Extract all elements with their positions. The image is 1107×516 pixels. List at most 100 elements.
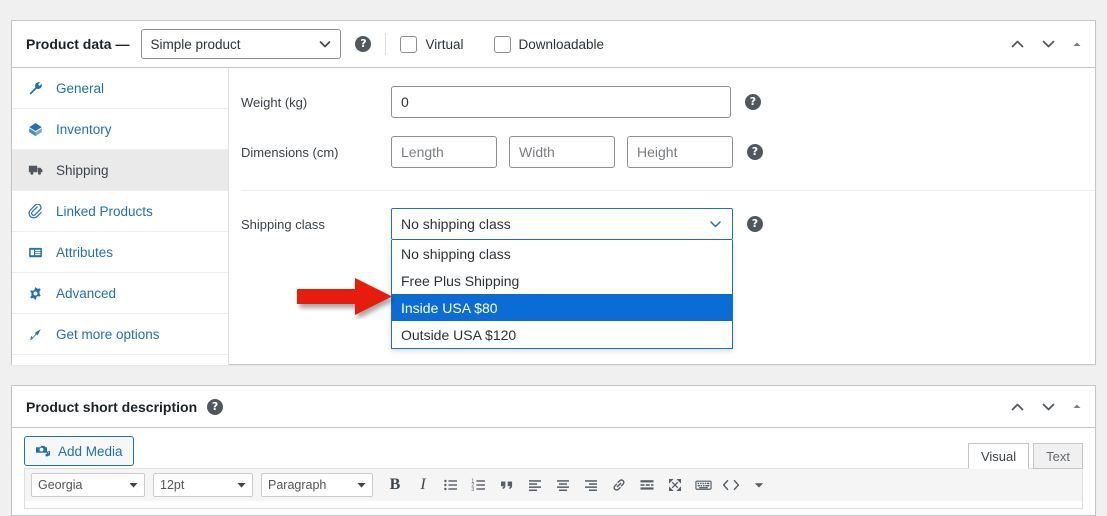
add-media-label: Add Media <box>58 443 123 459</box>
shipping-fields: Weight (kg) 0 ? Dimensions (cm) Length W… <box>229 68 1095 365</box>
caret-down-icon <box>227 482 246 489</box>
font-size-value: 12pt <box>160 478 185 492</box>
sidebar-item-label: Shipping <box>56 162 109 178</box>
blockquote-icon[interactable] <box>493 472 521 498</box>
tab-visual[interactable]: Visual <box>967 443 1030 469</box>
chevron-down-icon <box>708 217 723 232</box>
sidebar-item-get-more-options[interactable]: Get more options <box>12 314 228 355</box>
plugin-icon <box>28 327 48 342</box>
source-code-icon[interactable] <box>717 472 745 498</box>
sidebar-item-inventory[interactable]: Inventory <box>12 109 228 150</box>
toolbar-toggle-icon[interactable] <box>745 472 773 498</box>
sidebar-item-advanced[interactable]: Advanced <box>12 273 228 314</box>
sidebar-item-shipping[interactable]: Shipping <box>12 150 228 191</box>
sidebar-item-attributes[interactable]: Attributes <box>12 232 228 273</box>
bold-icon[interactable]: B <box>381 472 409 498</box>
dimensions-inputs: Length Width Height <box>391 136 733 168</box>
shipping-class-label: Shipping class <box>241 216 325 232</box>
checkbox-box <box>400 35 418 53</box>
fullscreen-icon[interactable] <box>661 472 689 498</box>
link-icon[interactable] <box>605 472 633 498</box>
sidebar-item-label: Attributes <box>56 244 114 260</box>
sidebar-item-linked-products[interactable]: Linked Products <box>12 191 228 232</box>
editor-content-area[interactable] <box>24 501 1083 509</box>
read-more-icon[interactable] <box>633 472 661 498</box>
inventory-box-icon <box>28 122 48 137</box>
short-description-editor: Add Media Visual Text Georgia 12pt Parag… <box>12 428 1095 515</box>
truck-icon <box>28 162 48 178</box>
numbered-list-icon[interactable]: 123 <box>465 472 493 498</box>
caret-down-icon <box>347 482 366 489</box>
help-icon[interactable]: ? <box>207 398 224 415</box>
font-family-value: Georgia <box>38 478 83 492</box>
bullet-list-icon[interactable] <box>437 472 465 498</box>
checkbox-box <box>493 35 511 53</box>
keyboard-shortcuts-icon[interactable] <box>689 472 717 498</box>
sidebar-item-general[interactable]: General <box>12 68 228 109</box>
weight-field-row: Weight (kg) 0 ? <box>241 86 1095 118</box>
attributes-table-icon <box>28 245 48 260</box>
width-input[interactable]: Width <box>509 136 615 168</box>
dimensions-label: Dimensions (cm) <box>241 144 339 160</box>
product-short-description-panel: Product short description ? Add Media Vi… <box>11 385 1096 516</box>
move-up-icon[interactable] <box>1009 36 1026 53</box>
editor-toolbar: Georgia 12pt Paragraph B I 1 2 3 <box>24 468 1083 501</box>
downloadable-checkbox[interactable]: Downloadable <box>493 35 605 53</box>
product-data-panel: Product data — Simple product ? Virtual … <box>11 20 1096 365</box>
wordpress-product-edit-screen: Product data — Simple product ? Virtual … <box>0 0 1107 516</box>
align-right-icon[interactable] <box>577 472 605 498</box>
wrench-icon <box>28 81 48 96</box>
font-size-select[interactable]: 12pt <box>153 473 253 497</box>
length-input[interactable]: Length <box>391 136 497 168</box>
caret-down-icon <box>119 482 138 489</box>
toggle-panel-icon[interactable] <box>1071 401 1083 413</box>
add-media-button[interactable]: Add Media <box>24 436 134 466</box>
short-description-title: Product short description <box>26 398 198 415</box>
sidebar-item-label: Inventory <box>56 121 112 137</box>
svg-text:3: 3 <box>471 487 474 493</box>
paperclip-icon <box>28 202 48 219</box>
editor-media-row: Add Media Visual Text <box>12 428 1095 469</box>
short-description-header: Product short description ? <box>12 386 1095 428</box>
height-input[interactable]: Height <box>627 136 733 168</box>
panel-order-controls <box>1009 36 1083 53</box>
sidebar-item-label: Linked Products <box>56 203 153 219</box>
header-divider <box>385 33 387 55</box>
shipping-class-option[interactable]: Outside USA $120 <box>392 321 732 348</box>
sidebar-item-label: Get more options <box>56 326 160 342</box>
help-icon[interactable]: ? <box>747 144 763 160</box>
sidebar-item-label: Advanced <box>56 285 117 301</box>
virtual-checkbox[interactable]: Virtual <box>400 35 464 53</box>
move-down-icon[interactable] <box>1040 398 1057 415</box>
panel-order-controls <box>1009 398 1083 415</box>
product-data-header: Product data — Simple product ? Virtual … <box>12 21 1095 68</box>
downloadable-label: Downloadable <box>518 36 605 52</box>
help-icon[interactable]: ? <box>747 216 763 232</box>
product-data-body: General Inventory Shipping Linked Produc… <box>12 68 1095 365</box>
align-center-icon[interactable] <box>549 472 577 498</box>
move-up-icon[interactable] <box>1009 398 1026 415</box>
shipping-class-select[interactable]: No shipping class <box>391 208 733 240</box>
move-down-icon[interactable] <box>1040 36 1057 53</box>
shipping-class-value: No shipping class <box>401 216 511 232</box>
help-icon[interactable]: ? <box>745 94 761 110</box>
shipping-class-option[interactable]: Free Plus Shipping <box>392 267 732 294</box>
shipping-class-option[interactable]: No shipping class <box>392 240 732 267</box>
toggle-panel-icon[interactable] <box>1071 38 1083 50</box>
virtual-label: Virtual <box>425 36 464 52</box>
product-type-select[interactable]: Simple product <box>141 29 342 59</box>
align-left-icon[interactable] <box>521 472 549 498</box>
tab-text[interactable]: Text <box>1033 443 1083 469</box>
help-icon[interactable]: ? <box>355 36 372 52</box>
page-title: Product data — <box>26 36 130 52</box>
sidebar-item-label: General <box>56 80 105 96</box>
paragraph-format-select[interactable]: Paragraph <box>261 473 373 497</box>
shipping-class-option-selected[interactable]: Inside USA $80 <box>392 294 732 321</box>
weight-input[interactable]: 0 <box>391 86 731 118</box>
shipping-class-options-list: No shipping class Free Plus Shipping Ins… <box>391 240 733 349</box>
font-family-select[interactable]: Georgia <box>31 473 145 497</box>
gear-icon <box>28 286 48 301</box>
chevron-down-icon <box>318 37 332 51</box>
weight-label: Weight (kg) <box>241 94 308 110</box>
italic-icon[interactable]: I <box>409 472 437 498</box>
